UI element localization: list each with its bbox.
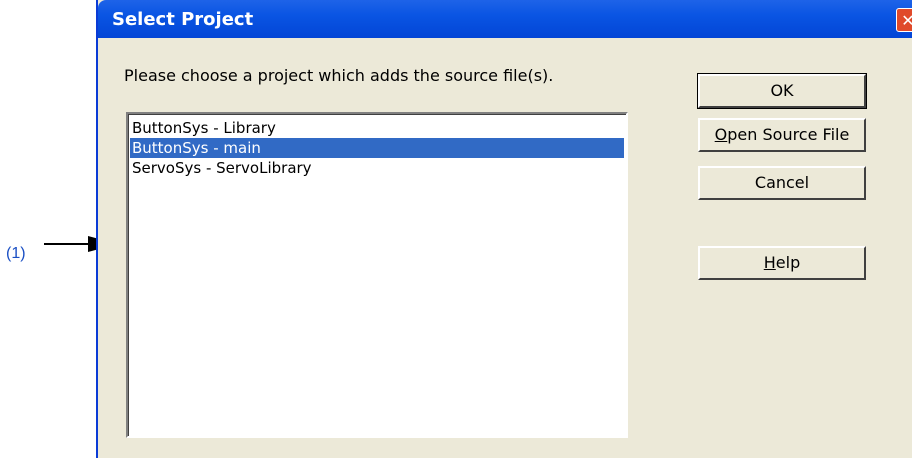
callout-label: (1) — [6, 245, 26, 262]
project-list-item[interactable]: ServoSys - ServoLibrary — [130, 158, 624, 178]
cancel-button-label: Cancel — [754, 173, 810, 192]
open-source-file-label: pen Source File — [727, 125, 850, 144]
dialog-title: Select Project — [112, 9, 254, 30]
project-list-item[interactable]: ButtonSys - Library — [130, 118, 624, 138]
help-mnemonic: H — [763, 253, 776, 272]
select-project-dialog: Select Project ✕ Please choose a project… — [96, 0, 912, 458]
project-list-item-selected[interactable]: ButtonSys - main — [130, 138, 624, 158]
open-source-file-button[interactable]: Open Source File — [698, 118, 866, 152]
prompt-text: Please choose a project which adds the s… — [124, 66, 554, 85]
help-button-label: elp — [775, 253, 801, 272]
help-button[interactable]: Help — [698, 246, 866, 280]
open-mnemonic: O — [714, 125, 728, 144]
close-icon: ✕ — [901, 11, 912, 30]
project-listbox[interactable]: ButtonSys - Library ButtonSys - main Ser… — [126, 112, 628, 438]
close-button[interactable]: ✕ — [896, 8, 912, 32]
ok-button[interactable]: OK — [697, 73, 867, 109]
ok-button-label: OK — [770, 81, 794, 100]
cancel-button[interactable]: Cancel — [698, 166, 866, 200]
title-bar: Select Project ✕ — [98, 0, 912, 38]
